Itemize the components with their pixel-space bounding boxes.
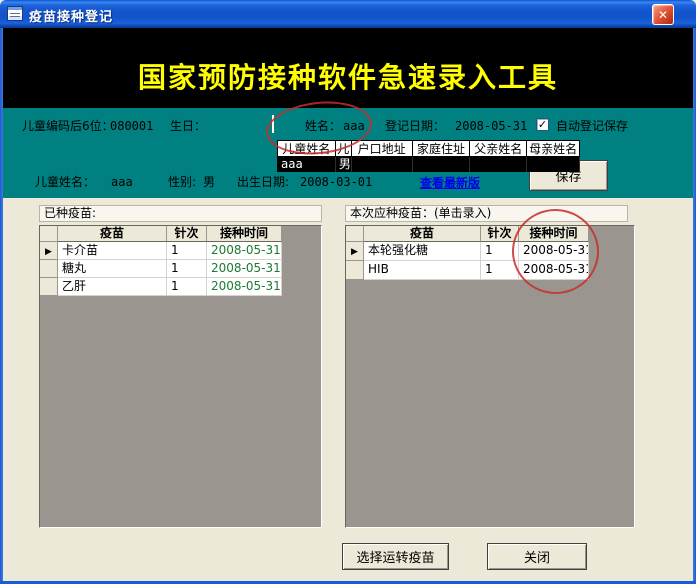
gender-value: 男 [203,174,215,190]
banner-title: 国家预防接种软件急速录入工具 [3,56,693,96]
dropdown-cell-home[interactable] [413,157,471,172]
due-grid[interactable]: 疫苗 针次 接种时间 ▶ 本轮强化糖 1 2008-05-31 HIB 1 20… [345,225,635,528]
row-selector-header [40,226,58,242]
dropdown-col-mother[interactable]: 母亲姓名 [527,140,580,157]
window-title: 疫苗接种登记 [29,6,113,25]
cell-date[interactable]: 2008-05-31 [207,242,282,260]
cell-dose[interactable]: 1 [167,242,207,260]
cell-vaccine[interactable]: 本轮强化糖 [364,242,481,261]
col-vaccine[interactable]: 疫苗 [58,226,167,242]
cell-dose[interactable]: 1 [167,278,207,296]
row-selector[interactable] [40,260,58,278]
due-caption: 本次应种疫苗：(单击录入) [345,205,628,222]
dropdown-cell-father[interactable] [470,157,527,172]
dropdown-col-hukou[interactable]: 户口地址 [352,140,413,157]
gender-label: 性别: [168,174,196,190]
name-label: 姓名： [305,118,341,134]
dropdown-cell-gender[interactable]: 男 [336,157,352,172]
row-selector[interactable] [346,261,364,280]
title-bar[interactable]: 疫苗接种登记 ✕ [0,0,696,28]
app-window: 疫苗接种登记 ✕ 国家预防接种软件急速录入工具 儿童编码后6位： 080001 … [0,0,696,584]
birthday-label: 生日： [170,118,206,134]
table-row[interactable]: 乙肝 1 2008-05-31 [40,278,321,296]
dropdown-header-row: 儿童姓名 儿 户口地址 家庭住址 父亲姓名 母亲姓名 [278,140,580,157]
col-date[interactable]: 接种时间 [207,226,282,242]
col-date[interactable]: 接种时间 [519,226,589,242]
vaccinated-caption: 已种疫苗: [39,205,322,222]
text-caret [272,115,274,133]
dropdown-cell-hukou[interactable] [352,157,413,172]
child-code-value: 080001 [110,118,153,134]
table-row[interactable]: ▶ 本轮强化糖 1 2008-05-31 [346,242,634,261]
cell-date[interactable]: 2008-05-31 [519,261,589,280]
dropdown-col-home[interactable]: 家庭住址 [413,140,471,157]
child-name-label: 儿童姓名： [35,174,95,190]
cell-dose[interactable]: 1 [167,260,207,278]
dropdown-col-father[interactable]: 父亲姓名 [470,140,527,157]
header-section: 儿童编码后6位： 080001 生日： 姓名： aaa 登记日期： 2008-0… [3,108,693,198]
child-code-label: 儿童编码后6位： [22,118,114,134]
cell-dose[interactable]: 1 [481,242,519,261]
dropdown-cell-name[interactable]: aaa [278,157,336,172]
dropdown-cell-mother[interactable] [527,157,580,172]
cell-date[interactable]: 2008-05-31 [207,278,282,296]
cell-date[interactable]: 2008-05-31 [207,260,282,278]
cell-date[interactable]: 2008-05-31 [519,242,589,261]
table-row[interactable]: HIB 1 2008-05-31 [346,261,634,280]
regdate-label: 登记日期： [385,118,445,134]
close-button[interactable]: ✕ [652,4,674,25]
col-vaccine[interactable]: 疫苗 [364,226,481,242]
child-name-value: aaa [111,174,133,190]
row-pointer-icon: ▶ [351,247,358,257]
dropdown-result-row[interactable]: aaa 男 [278,157,580,172]
cell-vaccine[interactable]: 卡介苗 [58,242,167,260]
table-row[interactable]: ▶ 卡介苗 1 2008-05-31 [40,242,321,260]
table-row[interactable]: 糖丸 1 2008-05-31 [40,260,321,278]
name-input[interactable]: aaa [343,118,365,134]
dropdown-col-child-name[interactable]: 儿童姓名 [278,140,336,157]
check-icon: ✓ [538,119,547,130]
cell-vaccine[interactable]: 糖丸 [58,260,167,278]
row-selector-header [346,226,364,242]
app-icon [7,6,23,21]
close-icon: ✕ [658,8,668,22]
close-form-button[interactable]: 关闭 [487,543,587,570]
dob-label: 出生日期: [237,174,289,190]
vaccinated-grid[interactable]: 疫苗 针次 接种时间 ▶ 卡介苗 1 2008-05-31 糖丸 1 2008-… [39,225,322,528]
dropdown-col-child-gender[interactable]: 儿 [336,140,352,157]
row-selector[interactable] [40,278,58,296]
banner: 国家预防接种软件急速录入工具 [3,28,693,108]
cell-vaccine[interactable]: HIB [364,261,481,280]
regdate-value: 2008-05-31 [455,118,527,134]
autosave-checkbox[interactable]: ✓ [536,118,549,131]
col-dose[interactable]: 针次 [167,226,207,242]
row-pointer-icon: ▶ [45,247,52,257]
name-lookup-dropdown[interactable]: 儿童姓名 儿 户口地址 家庭住址 父亲姓名 母亲姓名 aaa 男 [277,140,580,172]
cell-dose[interactable]: 1 [481,261,519,280]
check-latest-version-link[interactable]: 查看最新版 [420,174,480,191]
dob-value: 2008-03-01 [300,174,372,190]
due-header-row: 疫苗 针次 接种时间 [346,226,634,242]
vaccinated-header-row: 疫苗 针次 接种时间 [40,226,321,242]
cell-vaccine[interactable]: 乙肝 [58,278,167,296]
autosave-label: 自动登记保存 [556,118,628,134]
col-dose[interactable]: 针次 [481,226,519,242]
select-vaccine-button[interactable]: 选择运转疫苗 [342,543,449,570]
